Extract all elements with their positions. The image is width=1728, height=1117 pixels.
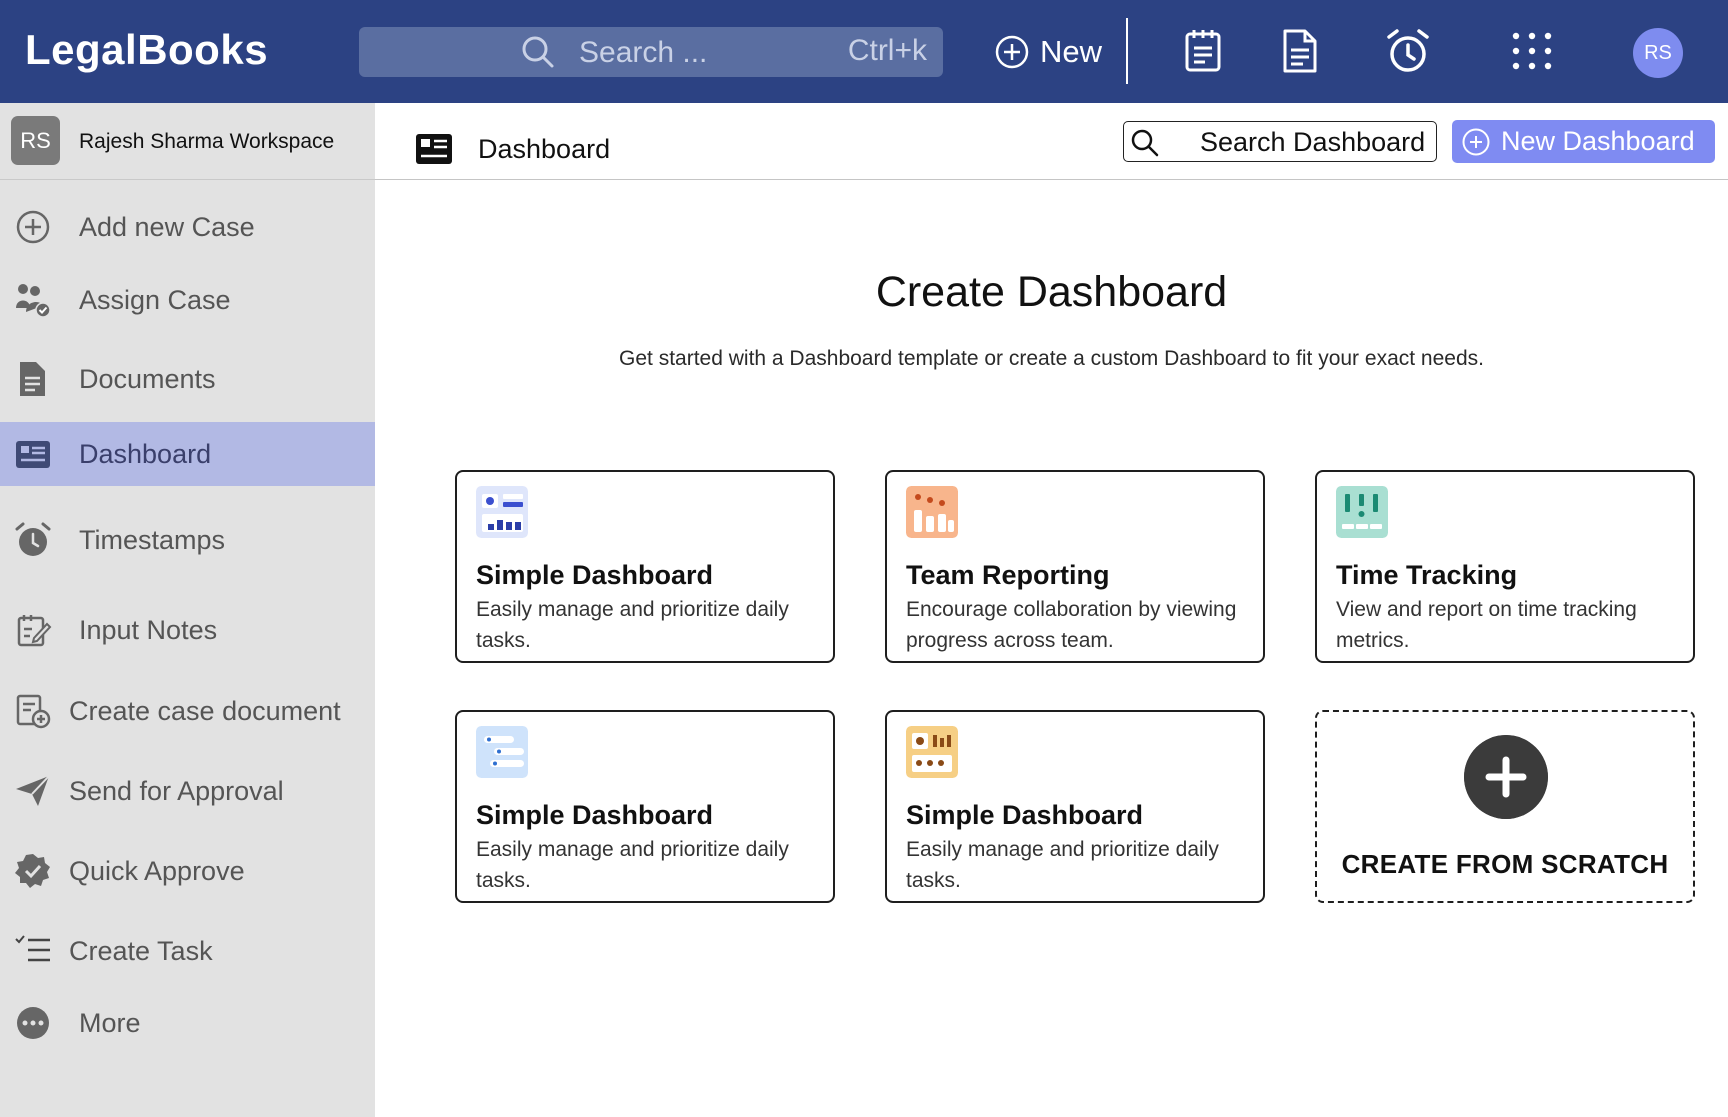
global-search-input[interactable]: Search ... Ctrl+k xyxy=(359,27,943,77)
template-title: Simple Dashboard xyxy=(906,800,1144,830)
sidebar-item-label: Create case document xyxy=(69,696,341,726)
sidebar-item-label: Assign Case xyxy=(79,285,231,315)
template-title: Team Reporting xyxy=(906,560,1110,590)
template-description: View and report on time tracking metrics… xyxy=(1336,598,1637,652)
template-card-time-tracking[interactable]: Time Tracking View and report on time tr… xyxy=(1315,470,1695,663)
document-icon[interactable] xyxy=(1277,28,1321,74)
template-description: Easily manage and prioritize daily tasks… xyxy=(476,838,789,892)
create-from-scratch-label: CREATE FROM SCRATCH xyxy=(1341,849,1669,879)
sidebar-item-label: Documents xyxy=(79,364,216,394)
search-shortcut: Ctrl+k xyxy=(847,34,927,67)
template-description: Encourage collaboration by viewing progr… xyxy=(906,598,1237,652)
template-description: Easily manage and prioritize daily tasks… xyxy=(906,838,1219,892)
app-logo[interactable]: LegalBooks xyxy=(25,26,268,74)
sidebar-item-label: More xyxy=(79,1008,141,1038)
sidebar-item-documents[interactable]: Documents xyxy=(0,347,375,411)
dashboard-icon xyxy=(416,134,452,164)
template-title: Time Tracking xyxy=(1336,560,1518,590)
time-tracking-icon xyxy=(1336,486,1388,538)
create-document-icon xyxy=(16,694,51,729)
template-card-simple-dashboard-grid[interactable]: Simple Dashboard Easily manage and prior… xyxy=(885,710,1265,903)
dashboard-search-input[interactable]: Search Dashboard xyxy=(1123,121,1437,162)
create-dashboard-subtitle: Get started with a Dashboard template or… xyxy=(619,347,1484,370)
content-header: Dashboard Search Dashboard New Dashboard xyxy=(375,103,1728,180)
document-icon xyxy=(20,362,45,396)
template-card-team-reporting[interactable]: Team Reporting Encourage collaboration b… xyxy=(885,470,1265,663)
plus-icon xyxy=(1464,735,1548,819)
sidebar-item-more[interactable]: More xyxy=(0,991,375,1055)
sidebar-item-label: Quick Approve xyxy=(69,856,245,886)
paper-plane-icon xyxy=(16,775,50,806)
verified-badge-icon xyxy=(15,854,50,888)
sidebar: RS Rajesh Sharma Workspace Add new Case … xyxy=(0,103,375,1117)
sidebar-item-label: Input Notes xyxy=(79,615,218,645)
plus-circle-icon xyxy=(995,35,1029,69)
sidebar-item-quick-approve[interactable]: Quick Approve xyxy=(0,839,375,903)
sidebar-item-send-for-approval[interactable]: Send for Approval xyxy=(0,759,375,823)
create-from-scratch-card[interactable]: CREATE FROM SCRATCH xyxy=(1315,710,1695,903)
more-dots-icon xyxy=(17,1007,49,1039)
template-card-simple-dashboard[interactable]: Simple Dashboard Easily manage and prior… xyxy=(455,470,835,663)
workspace-name: Rajesh Sharma Workspace xyxy=(79,130,335,153)
user-avatar[interactable]: RS xyxy=(1633,28,1683,78)
list-dashboard-icon xyxy=(476,726,528,778)
search-placeholder: Search ... xyxy=(579,36,708,69)
sidebar-item-dashboard[interactable]: Dashboard xyxy=(0,422,375,486)
task-list-icon xyxy=(15,935,50,962)
sidebar-item-input-notes[interactable]: Input Notes xyxy=(0,598,375,662)
sidebar-item-label: Send for Approval xyxy=(69,776,284,806)
sidebar-item-timestamps[interactable]: Timestamps xyxy=(0,508,375,572)
create-dashboard-heading: Create Dashboard xyxy=(875,268,1228,316)
sidebar-item-label: Timestamps xyxy=(79,525,226,555)
dashboard-icon xyxy=(16,441,50,468)
top-bar: LegalBooks Search ... Ctrl+k New RS xyxy=(0,0,1728,103)
dashboard-search-label: Search Dashboard xyxy=(1200,127,1426,157)
grid-dashboard-icon xyxy=(906,726,958,778)
apps-grid-icon[interactable] xyxy=(1510,28,1554,74)
template-card-simple-dashboard-list[interactable]: Simple Dashboard Easily manage and prior… xyxy=(455,710,835,903)
sidebar-item-create-task[interactable]: Create Task xyxy=(0,919,375,983)
search-icon xyxy=(522,36,554,68)
sidebar-item-create-case-document[interactable]: Create case document xyxy=(0,679,375,743)
sidebar-item-label: Create Task xyxy=(69,936,213,966)
sidebar-item-label: Add new Case xyxy=(79,212,255,242)
new-dashboard-label: New Dashboard xyxy=(1501,126,1695,156)
page-title: Dashboard xyxy=(478,134,611,164)
new-button-label: New xyxy=(1040,34,1103,69)
sidebar-item-assign-case[interactable]: Assign Case xyxy=(0,268,375,332)
workspace-avatar: RS xyxy=(11,116,60,165)
sidebar-item-label: Dashboard xyxy=(79,439,212,469)
workspace-header[interactable]: RS Rajesh Sharma Workspace xyxy=(0,103,375,180)
template-description: Easily manage and prioritize daily tasks… xyxy=(476,598,789,652)
alarm-clock-icon xyxy=(15,522,51,556)
edit-note-icon xyxy=(17,615,52,647)
sidebar-item-add-new-case[interactable]: Add new Case xyxy=(0,195,375,259)
topbar-divider xyxy=(1126,18,1128,84)
template-title: Simple Dashboard xyxy=(476,800,714,830)
team-reporting-icon xyxy=(906,486,958,538)
template-title: Simple Dashboard xyxy=(476,560,714,590)
new-button[interactable]: New xyxy=(994,28,1102,76)
plus-circle-icon xyxy=(16,210,50,244)
plus-circle-icon xyxy=(1462,128,1490,155)
simple-dashboard-icon xyxy=(476,486,528,538)
new-dashboard-button[interactable]: New Dashboard xyxy=(1452,120,1715,163)
alarm-clock-icon[interactable] xyxy=(1386,28,1430,74)
assign-users-icon xyxy=(16,284,51,318)
search-icon xyxy=(1131,129,1159,157)
clipboard-icon[interactable] xyxy=(1181,28,1225,74)
